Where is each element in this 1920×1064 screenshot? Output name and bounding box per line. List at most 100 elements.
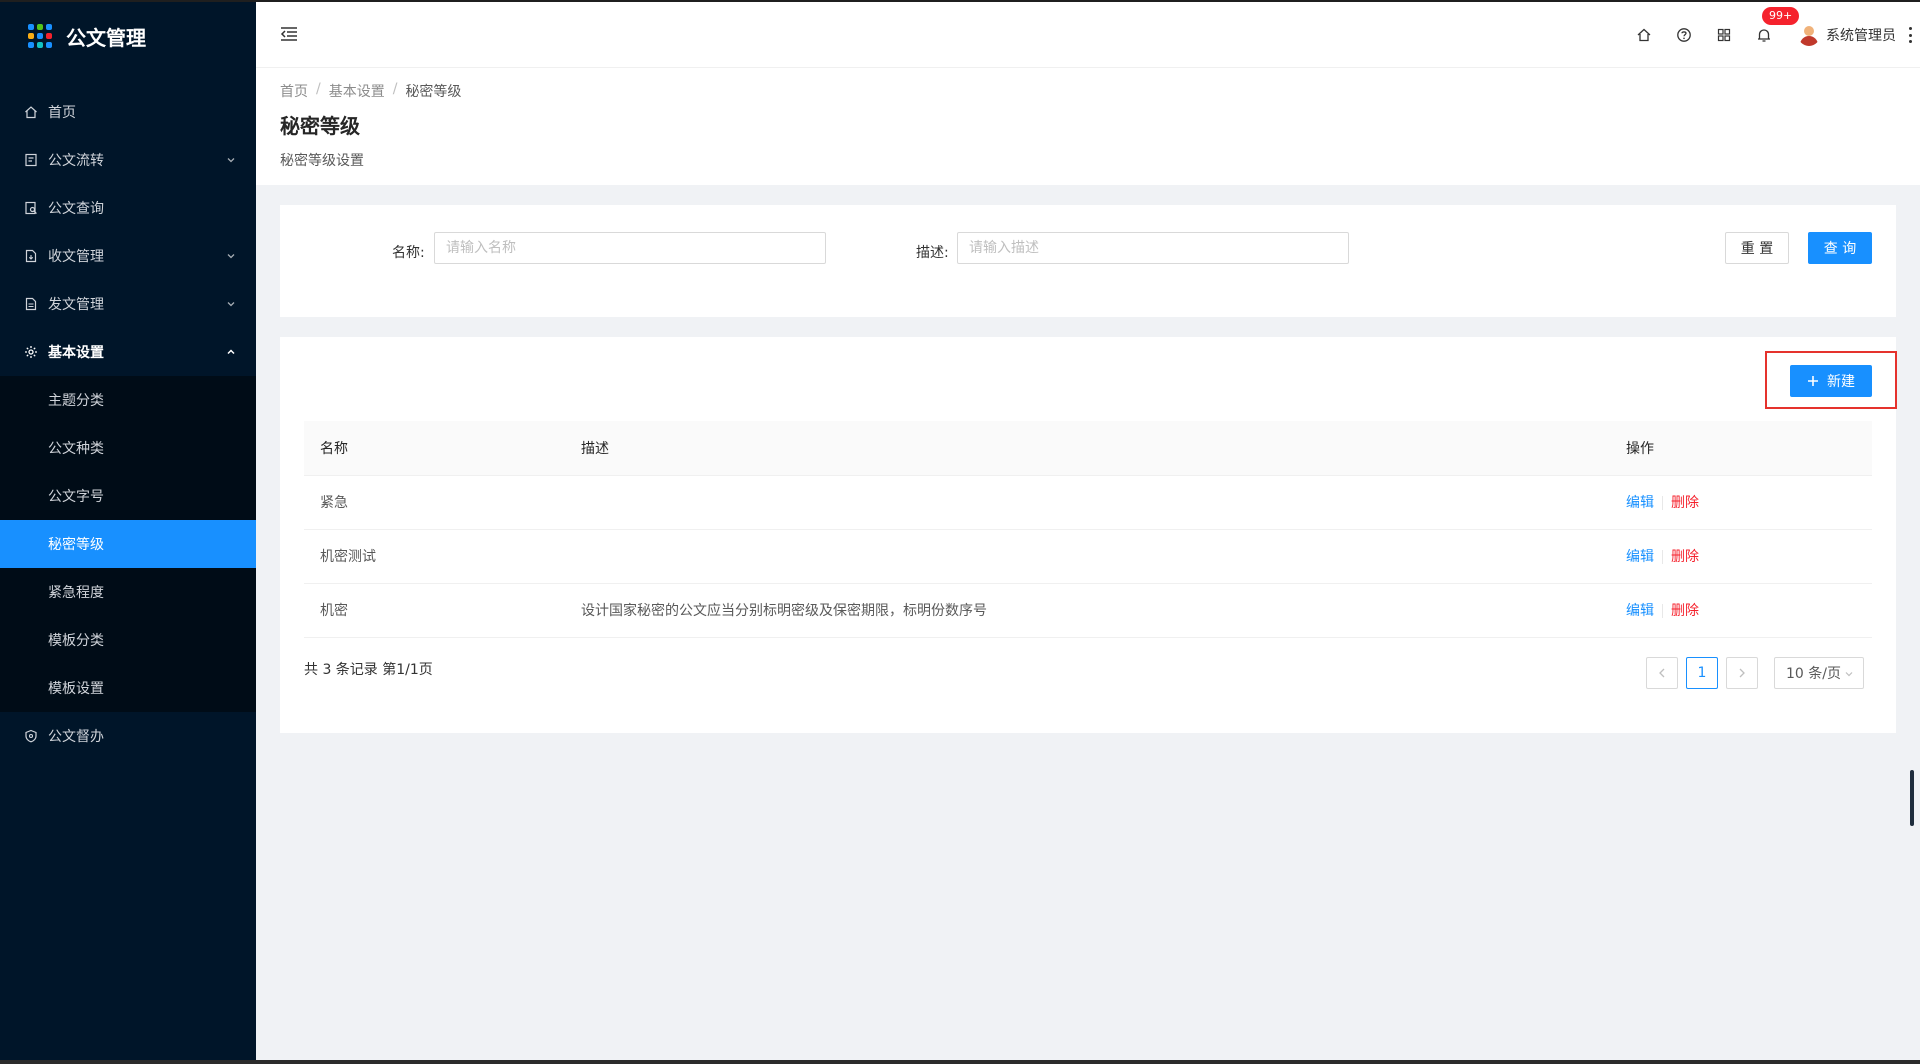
sidebar-item-document-query[interactable]: 公文查询 bbox=[0, 184, 256, 232]
chevron-down-icon bbox=[227, 254, 235, 259]
delete-link[interactable]: 删除 bbox=[1671, 603, 1699, 619]
cell-description bbox=[565, 475, 1610, 530]
page-size-select[interactable]: 10 条/页 bbox=[1774, 657, 1864, 689]
pagination: 1 10 条/页 bbox=[1638, 657, 1864, 689]
sidebar-item-urgency[interactable]: 紧急程度 bbox=[0, 568, 256, 616]
chevron-right-icon bbox=[1739, 668, 1745, 678]
breadcrumb-current: 秘密等级 bbox=[405, 84, 462, 100]
cell-actions: 编辑 删除 bbox=[1610, 475, 1872, 530]
column-header-actions: 操作 bbox=[1610, 421, 1872, 476]
sidebar-item-topic-category[interactable]: 主题分类 bbox=[0, 376, 256, 424]
avatar[interactable] bbox=[1798, 24, 1820, 46]
sidebar-item-label: 公文流转 bbox=[48, 153, 104, 169]
page-size-value: 10 条/页 bbox=[1786, 666, 1841, 682]
cell-name: 紧急 bbox=[304, 475, 565, 530]
sidebar-item-send[interactable]: 发文管理 bbox=[0, 280, 256, 328]
cell-description: 设计国家秘密的公文应当分别标明密级及保密期限，标明份数序号 bbox=[565, 583, 1610, 638]
cell-actions: 编辑 删除 bbox=[1610, 529, 1872, 584]
search-form: 名称: 描述: 重 置 查 询 bbox=[280, 205, 1896, 317]
delete-link[interactable]: 删除 bbox=[1671, 495, 1699, 511]
delete-link[interactable]: 删除 bbox=[1671, 549, 1699, 565]
column-header-description: 描述 bbox=[565, 421, 1610, 476]
window-bottom-bar bbox=[0, 1060, 1920, 1064]
document-icon bbox=[24, 153, 38, 167]
sidebar-item-document-number[interactable]: 公文字号 bbox=[0, 472, 256, 520]
chevron-left-icon bbox=[1659, 668, 1665, 678]
prev-page-button[interactable] bbox=[1646, 657, 1678, 689]
sidebar-item-label: 首页 bbox=[48, 105, 76, 121]
edit-link[interactable]: 编辑 bbox=[1626, 603, 1654, 619]
sidebar-item-document-type[interactable]: 公文种类 bbox=[0, 424, 256, 472]
chevron-up-icon bbox=[227, 349, 235, 355]
sidebar-menu: 首页 公文流转 公文查询 收文管理 发文管理 基本设置 bbox=[0, 88, 256, 376]
bell-icon bbox=[1758, 29, 1770, 42]
next-page-button[interactable] bbox=[1726, 657, 1758, 689]
sidebar-item-template-settings[interactable]: 模板设置 bbox=[0, 664, 256, 712]
breadcrumb-home[interactable]: 首页 bbox=[280, 81, 308, 101]
help-icon[interactable] bbox=[1676, 27, 1692, 43]
sidebar-item-secret-level[interactable]: 秘密等级 bbox=[0, 520, 256, 568]
home-icon bbox=[24, 105, 38, 119]
sidebar-item-basic-settings[interactable]: 基本设置 bbox=[0, 328, 256, 376]
cell-name: 机密 bbox=[304, 583, 565, 638]
pagination-summary: 共 3 条记录 第1/1页 bbox=[304, 662, 433, 678]
breadcrumb-separator: / bbox=[392, 81, 398, 97]
chevron-down-icon bbox=[227, 158, 235, 163]
divider bbox=[1662, 550, 1663, 564]
shield-icon bbox=[24, 729, 38, 743]
apps-icon[interactable] bbox=[1716, 27, 1732, 43]
sidebar-item-template-category[interactable]: 模板分类 bbox=[0, 616, 256, 664]
sidebar-item-home[interactable]: 首页 bbox=[0, 88, 256, 136]
cell-description bbox=[565, 529, 1610, 584]
page-header: 首页 / 基本设置 / 秘密等级 秘密等级 秘密等级设置 bbox=[256, 68, 1920, 185]
divider bbox=[1662, 604, 1663, 618]
logo[interactable]: 公文管理 bbox=[0, 0, 256, 72]
sidebar-item-receive[interactable]: 收文管理 bbox=[0, 232, 256, 280]
edit-link[interactable]: 编辑 bbox=[1626, 549, 1654, 565]
sidebar-item-supervision[interactable]: 公文督办 bbox=[0, 712, 256, 760]
sidebar-item-label: 公文督办 bbox=[48, 729, 104, 745]
divider bbox=[1662, 496, 1663, 510]
page-description: 秘密等级设置 bbox=[280, 153, 364, 169]
menu-fold-icon[interactable] bbox=[280, 26, 298, 42]
desc-search-input[interactable] bbox=[957, 232, 1349, 264]
page-number-button[interactable]: 1 bbox=[1686, 657, 1718, 689]
home-icon[interactable] bbox=[1636, 27, 1652, 43]
breadcrumb-basic-settings[interactable]: 基本设置 bbox=[329, 81, 385, 101]
sidebar-menu-bottom: 公文督办 bbox=[0, 712, 256, 760]
name-field-label: 名称: bbox=[392, 245, 425, 261]
breadcrumb-separator: / bbox=[316, 81, 321, 97]
user-name[interactable]: 系统管理员 bbox=[1826, 25, 1896, 45]
header-actions: 99+ 系统管理员 bbox=[1636, 2, 1920, 68]
app-title: 公文管理 bbox=[66, 25, 146, 50]
highlight-box bbox=[1765, 351, 1897, 409]
reset-button[interactable]: 重 置 bbox=[1725, 232, 1789, 264]
page-title: 秘密等级 bbox=[280, 114, 360, 138]
sidebar-item-label: 基本设置 bbox=[48, 345, 104, 361]
top-header: 99+ 系统管理员 bbox=[256, 2, 1920, 68]
sidebar-item-label: 公文查询 bbox=[48, 201, 104, 217]
sidebar-item-label: 发文管理 bbox=[48, 297, 104, 313]
more-icon[interactable] bbox=[1908, 27, 1912, 43]
sidebar-item-label: 收文管理 bbox=[48, 249, 104, 265]
document-search-icon bbox=[24, 201, 38, 215]
sidebar-item-document-flow[interactable]: 公文流转 bbox=[0, 136, 256, 184]
cell-name: 机密测试 bbox=[304, 529, 565, 584]
name-search-input[interactable] bbox=[434, 232, 826, 264]
apps-grid-icon bbox=[28, 24, 52, 48]
scrollbar-thumb[interactable] bbox=[1910, 770, 1914, 826]
chevron-down-icon bbox=[1845, 672, 1853, 677]
notification-button[interactable]: 99+ bbox=[1756, 7, 1800, 43]
sidebar: 公文管理 首页 公文流转 公文查询 收文管理 发文管理 基本设置 主题分类 公文… bbox=[0, 0, 256, 1064]
table-card: 新建 名称 描述 操作 紧急 编辑 删除 机密测试 编辑 删除 机密 设计国家秘… bbox=[280, 337, 1896, 733]
desc-field-label: 描述: bbox=[916, 245, 949, 261]
table-row: 机密测试 编辑 删除 bbox=[304, 529, 1872, 584]
query-button[interactable]: 查 询 bbox=[1808, 232, 1872, 264]
gear-icon bbox=[24, 345, 38, 359]
edit-link[interactable]: 编辑 bbox=[1626, 495, 1654, 511]
chevron-down-icon bbox=[227, 302, 235, 307]
table-header-row: 名称 描述 操作 bbox=[304, 421, 1872, 476]
breadcrumb: 首页 / 基本设置 / 秘密等级 bbox=[280, 81, 461, 101]
column-header-name: 名称 bbox=[304, 421, 565, 476]
table-row: 机密 设计国家秘密的公文应当分别标明密级及保密期限，标明份数序号 编辑 删除 bbox=[304, 583, 1872, 638]
